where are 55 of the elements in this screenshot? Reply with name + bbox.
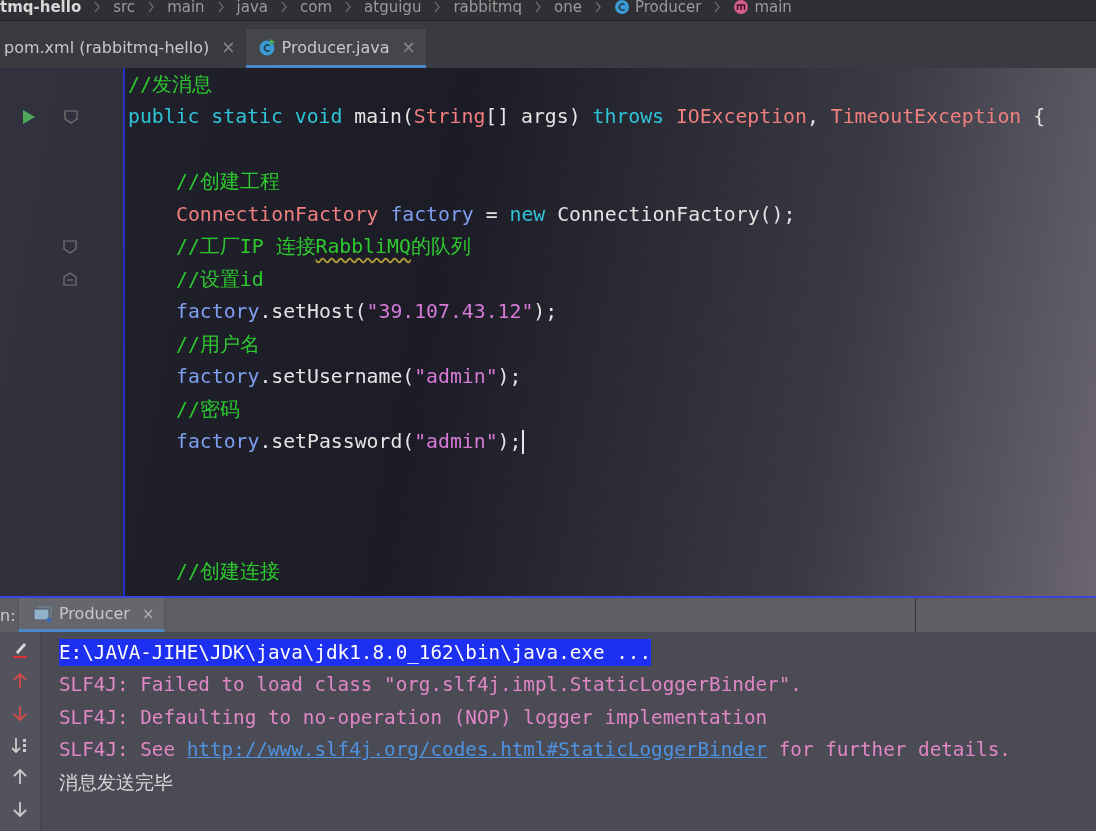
code-line: factory.setUsername("admin");	[176, 365, 522, 389]
close-button[interactable]: ×	[141, 604, 155, 623]
code-line: //发消息	[128, 71, 212, 98]
code-line: //密码	[176, 396, 240, 423]
breadcrumb-item[interactable]: tmq-hello	[0, 0, 82, 16]
breadcrumb-item[interactable]: main	[754, 0, 792, 16]
chevron-icon	[280, 1, 289, 13]
breadcrumb-item[interactable]: rabbitmq	[453, 0, 522, 16]
breadcrumb-item[interactable]: Producer	[634, 0, 702, 16]
chevron-icon	[93, 1, 102, 13]
console-line: SLF4J: Failed to load class "org.slf4j.impl.StaticLoggerBinder".	[59, 672, 803, 699]
console-line: SLF4J: See http://www.slf4j.org/codes.html#StaticLoggerBinder for further details.	[59, 737, 1012, 764]
java-class-icon	[257, 38, 276, 56]
console-line: 消息发送完毕	[59, 769, 174, 796]
breadcrumb-item[interactable]: main	[167, 0, 205, 16]
chevron-icon	[593, 1, 602, 13]
code-line: factory.setPassword("admin");	[176, 430, 522, 454]
run-tab[interactable]: Producer ×	[18, 598, 166, 632]
chevron-icon	[344, 1, 353, 13]
breadcrumb-item[interactable]: java	[236, 0, 269, 16]
breadcrumb-item[interactable]: one	[554, 0, 582, 16]
code-line: public static void main(String[] args) throws IOException, TimeoutException {	[128, 105, 1046, 129]
chevron-icon	[534, 1, 542, 13]
clear-icon[interactable]	[11, 640, 29, 658]
chevron-icon	[147, 1, 156, 13]
chevron-icon	[216, 1, 225, 13]
console-line: SLF4J: Defaulting to no-operation (NOP) logger implementation	[59, 704, 769, 731]
method-icon	[733, 0, 750, 15]
code-line: factory.setHost("39.107.43.12");	[176, 300, 558, 324]
breadcrumb-item[interactable]: atguigu	[364, 0, 422, 16]
code-line: ConnectionFactory factory = new ConnectionFactory();	[176, 202, 796, 226]
code-line: //设置id	[176, 266, 264, 293]
chevron-icon	[433, 1, 442, 13]
code-line: //用户名	[176, 331, 260, 358]
sort-icon[interactable]	[11, 736, 29, 754]
code-line: //创建连接	[176, 559, 280, 586]
breadcrumb-item[interactable]: src	[113, 0, 136, 16]
chevron-icon	[713, 1, 722, 13]
arrow-up-icon[interactable]	[11, 768, 29, 786]
code-line: //工厂IP 连接RabbliMQ的队列	[176, 234, 471, 261]
fold-icon	[62, 271, 78, 288]
run-icon	[21, 108, 37, 125]
close-button[interactable]: ×	[401, 37, 416, 57]
editor-tab[interactable]: pom.xml (rabbitmq-hello) ×	[0, 29, 246, 68]
link[interactable]: http://www.slf4j.org/codes.html#StaticLoggerBinder	[186, 738, 768, 762]
panel-label: n:	[0, 604, 17, 627]
fold-icon	[62, 238, 78, 255]
close-button[interactable]: ×	[221, 37, 236, 57]
arrow-down-icon[interactable]	[11, 800, 29, 818]
code-line: //创建工程	[176, 169, 280, 196]
breadcrumb-item[interactable]: com	[300, 0, 333, 16]
console-icon	[33, 604, 53, 623]
editor-tab[interactable]: Producer.java ×	[245, 29, 426, 68]
class-icon	[613, 0, 630, 15]
fold-icon	[63, 108, 79, 125]
